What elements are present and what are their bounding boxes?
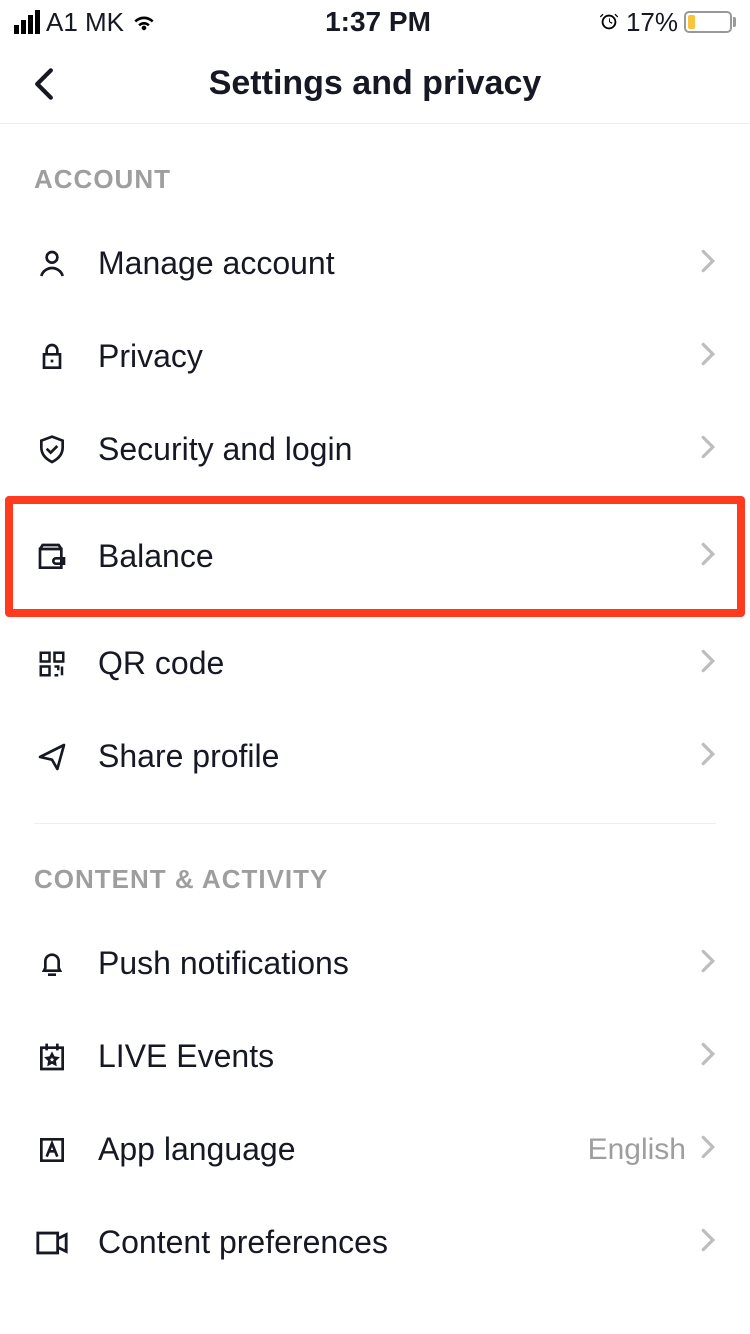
back-button[interactable]: [24, 64, 64, 104]
settings-item-live-events[interactable]: LIVE Events: [0, 1010, 750, 1103]
video-icon: [34, 1225, 70, 1261]
settings-item-balance[interactable]: Balance: [0, 496, 750, 617]
settings-item-label: Privacy: [98, 338, 700, 375]
settings-item-push-notifications[interactable]: Push notifications: [0, 917, 750, 1010]
signal-icon: [14, 10, 40, 34]
page-title: Settings and privacy: [209, 64, 542, 103]
settings-item-label: Balance: [98, 538, 700, 575]
battery-percent-label: 17%: [626, 7, 678, 38]
settings-item-label: Security and login: [98, 431, 700, 468]
wallet-icon: [34, 539, 70, 575]
page-header: Settings and privacy: [0, 44, 750, 124]
highlighted-item: Balance: [0, 496, 750, 617]
qrcode-icon: [34, 646, 70, 682]
settings-item-label: App language: [98, 1131, 588, 1168]
status-bar: A1 MK 1:37 PM 17%: [0, 0, 750, 44]
chevron-right-icon: [700, 648, 716, 679]
shield-icon: [34, 432, 70, 468]
person-icon: [34, 246, 70, 282]
bell-icon: [34, 946, 70, 982]
settings-item-security[interactable]: Security and login: [0, 403, 750, 496]
settings-item-app-language[interactable]: App language English: [0, 1103, 750, 1196]
settings-item-label: QR code: [98, 645, 700, 682]
share-icon: [34, 739, 70, 775]
alarm-icon: [598, 11, 620, 33]
clock-label: 1:37 PM: [325, 6, 431, 38]
section-account-title: ACCOUNT: [0, 124, 750, 217]
settings-item-qrcode[interactable]: QR code: [0, 617, 750, 710]
chevron-right-icon: [700, 1134, 716, 1165]
chevron-right-icon: [700, 341, 716, 372]
settings-item-label: Share profile: [98, 738, 700, 775]
chevron-right-icon: [700, 541, 716, 572]
settings-item-value: English: [588, 1133, 686, 1167]
wifi-icon: [130, 11, 158, 33]
language-icon: [34, 1132, 70, 1168]
chevron-right-icon: [700, 1041, 716, 1072]
battery-icon: [684, 11, 736, 33]
settings-item-content-preferences[interactable]: Content preferences: [0, 1196, 750, 1289]
settings-item-label: LIVE Events: [98, 1038, 700, 1075]
settings-item-manage-account[interactable]: Manage account: [0, 217, 750, 310]
settings-item-label: Manage account: [98, 245, 700, 282]
chevron-right-icon: [700, 741, 716, 772]
section-content-title: CONTENT & ACTIVITY: [0, 824, 750, 917]
settings-item-label: Push notifications: [98, 945, 700, 982]
chevron-right-icon: [700, 248, 716, 279]
chevron-left-icon: [32, 67, 56, 101]
lock-icon: [34, 339, 70, 375]
carrier-label: A1 MK: [46, 7, 124, 38]
settings-item-label: Content preferences: [98, 1224, 700, 1261]
settings-item-privacy[interactable]: Privacy: [0, 310, 750, 403]
chevron-right-icon: [700, 948, 716, 979]
settings-item-share-profile[interactable]: Share profile: [0, 710, 750, 803]
chevron-right-icon: [700, 1227, 716, 1258]
chevron-right-icon: [700, 434, 716, 465]
calendar-star-icon: [34, 1039, 70, 1075]
